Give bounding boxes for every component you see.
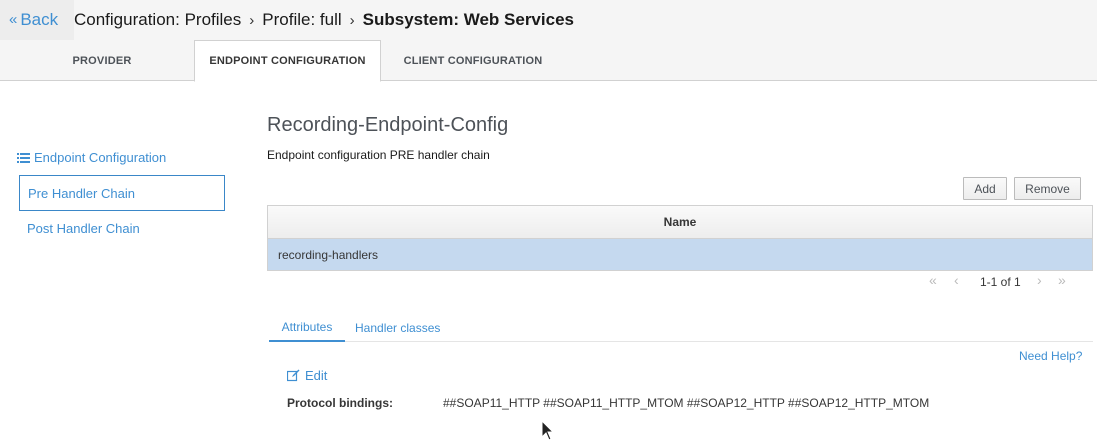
breadcrumb: Configuration: Profiles › Profile: full …	[74, 0, 574, 40]
tab-bar: PROVIDER ENDPOINT CONFIGURATION CLIENT C…	[0, 40, 1097, 82]
column-header-name[interactable]: Name	[268, 206, 1092, 239]
breadcrumb-current: Subsystem: Web Services	[362, 10, 574, 29]
double-chevron-left-icon: «	[9, 10, 18, 28]
protocol-bindings-label: Protocol bindings:	[287, 396, 393, 410]
nav-item-post-handler-chain[interactable]: Post Handler Chain	[19, 210, 225, 246]
previous-page-icon[interactable]: ‹	[954, 272, 959, 288]
page-title: Recording-Endpoint-Config	[267, 114, 509, 136]
need-help-link[interactable]: Need Help?	[1019, 349, 1082, 363]
detail-tabs: Attributes Handler classes	[269, 314, 1093, 342]
first-page-icon[interactable]: «	[929, 272, 937, 288]
table-row[interactable]: recording-handlers	[268, 239, 1092, 270]
breadcrumb-item-profiles[interactable]: Configuration: Profiles	[74, 10, 241, 30]
nav-item-pre-handler-chain[interactable]: Pre Handler Chain	[19, 175, 225, 211]
chevron-right-icon: ›	[349, 11, 355, 29]
add-button[interactable]: Add	[963, 177, 1007, 200]
cell-name: recording-handlers	[278, 247, 379, 262]
remove-button[interactable]: Remove	[1014, 177, 1081, 200]
handler-table: Name recording-handlers	[267, 205, 1093, 271]
last-page-icon[interactable]: »	[1058, 272, 1066, 288]
edit-icon	[287, 369, 300, 382]
tab-client-configuration[interactable]: CLIENT CONFIGURATION	[392, 40, 554, 81]
edit-label: Edit	[305, 368, 328, 383]
back-link[interactable]: « Back	[0, 0, 74, 40]
tab-provider[interactable]: PROVIDER	[42, 40, 162, 81]
back-label: Back	[20, 10, 59, 29]
chevron-right-icon: ›	[249, 11, 255, 29]
list-icon	[17, 152, 30, 163]
tab-endpoint-configuration[interactable]: ENDPOINT CONFIGURATION	[194, 40, 381, 82]
tab-attributes[interactable]: Attributes	[269, 314, 345, 342]
nav-heading-label: Endpoint Configuration	[34, 150, 167, 165]
tab-handler-classes[interactable]: Handler classes	[355, 314, 440, 342]
protocol-bindings-value: ##SOAP11_HTTP ##SOAP11_HTTP_MTOM ##SOAP1…	[443, 396, 930, 410]
nav-heading[interactable]: Endpoint Configuration	[17, 150, 166, 165]
edit-link[interactable]: Edit	[287, 368, 327, 383]
pager-text: 1-1 of 1	[980, 275, 1021, 289]
mouse-cursor-icon	[541, 420, 555, 441]
header-bar: « Back Configuration: Profiles › Profile…	[0, 0, 1097, 40]
next-page-icon[interactable]: ›	[1037, 272, 1042, 288]
breadcrumb-item-profile[interactable]: Profile: full	[262, 10, 341, 30]
page-description: Endpoint configuration PRE handler chain	[267, 148, 490, 162]
